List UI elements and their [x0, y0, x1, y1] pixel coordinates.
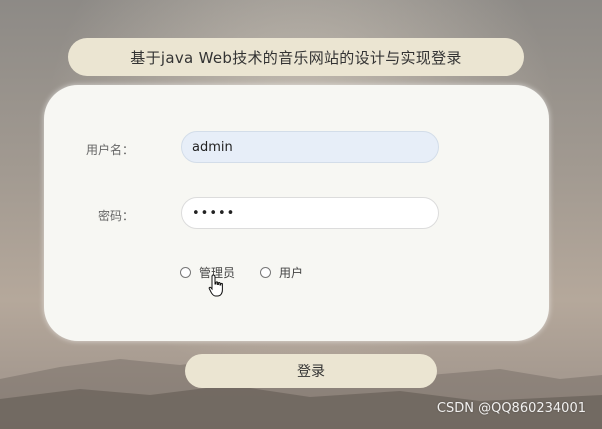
password-label: 密码：	[97, 209, 134, 223]
watermark: CSDN @QQ860234001	[436, 401, 586, 416]
password-input[interactable]: •••••	[181, 197, 439, 229]
username-label: 用户名：	[85, 143, 134, 157]
page-title: 基于java Web技术的音乐网站的设计与实现登录	[68, 38, 524, 76]
role-label-user: 用户	[279, 266, 304, 280]
username-input[interactable]: admin	[181, 131, 439, 163]
role-radio-user[interactable]: 用户	[260, 264, 303, 281]
radio-button[interactable]	[260, 267, 271, 278]
login-button[interactable]: 登录	[185, 354, 437, 388]
radio-button[interactable]	[180, 267, 191, 278]
hand-pointer-icon	[208, 274, 223, 297]
